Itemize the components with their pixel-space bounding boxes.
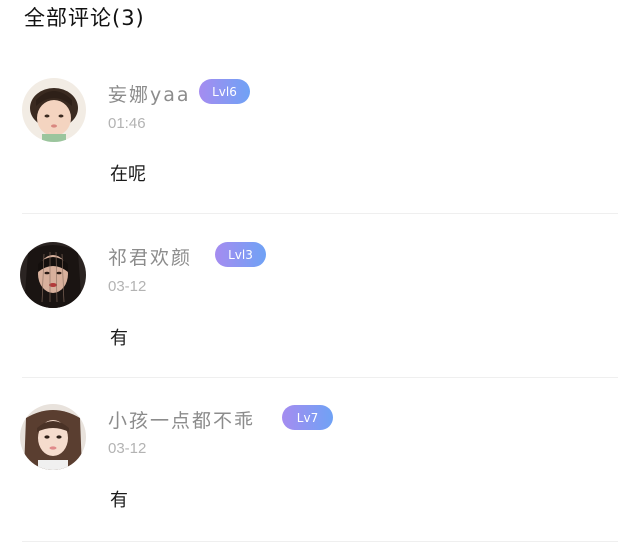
comment-time: 03-12: [108, 440, 147, 457]
divider: [22, 541, 618, 542]
comment-author-name[interactable]: 小孩一点都不乖: [108, 406, 255, 433]
level-badge: Lv7: [282, 405, 333, 430]
avatar[interactable]: [20, 404, 86, 470]
comment-text: 有: [110, 490, 128, 511]
comment-item: 小孩一点都不乖 Lv7 03-12 有: [0, 0, 640, 548]
